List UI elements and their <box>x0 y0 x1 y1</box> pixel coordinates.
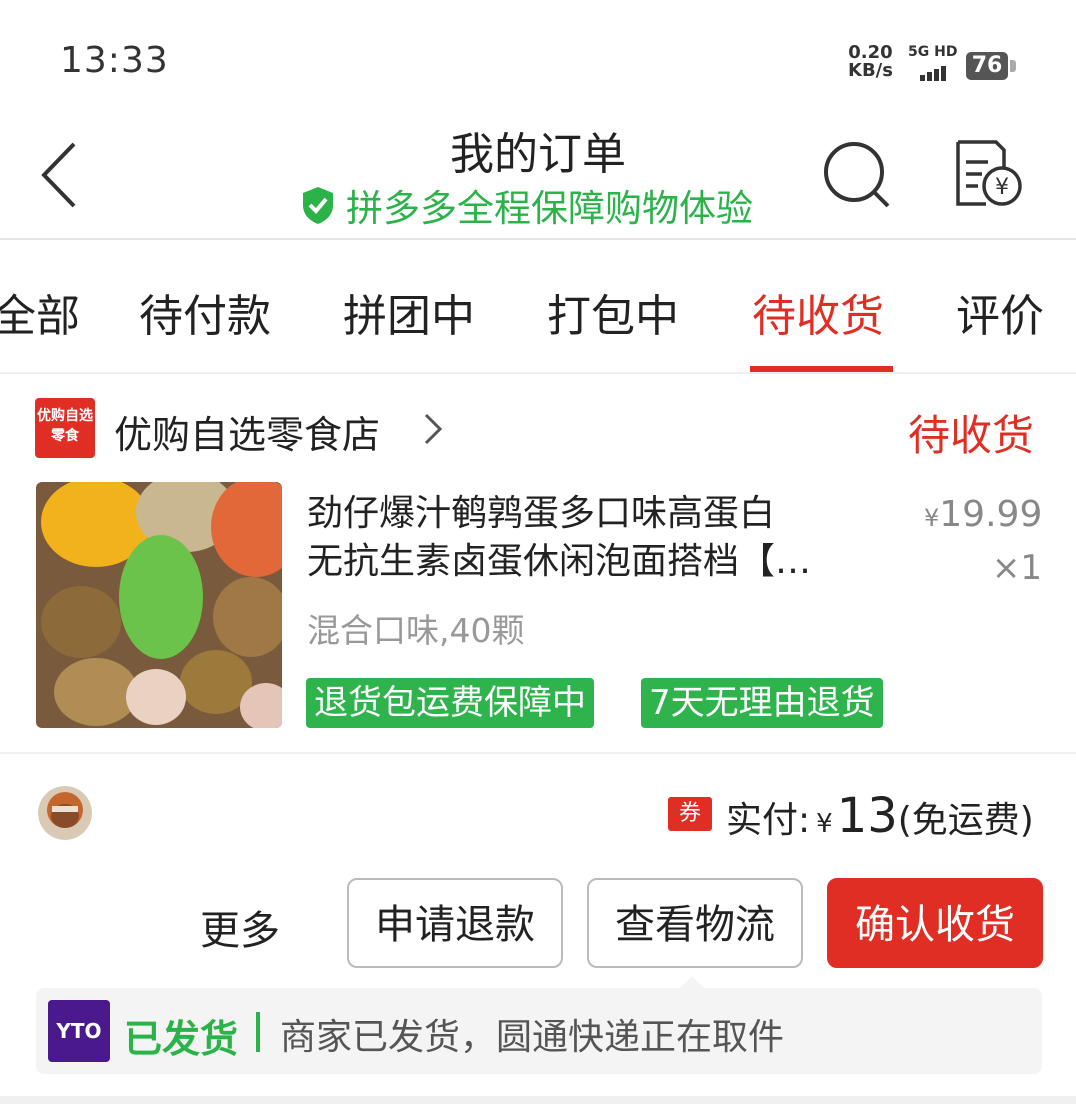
more-button[interactable]: 更多 <box>200 898 280 956</box>
product-thumbnail[interactable] <box>36 482 282 728</box>
coupon-badge: 券 <box>668 797 712 831</box>
tab-to-receive[interactable]: 待收货 <box>752 280 884 344</box>
price-symbol: ¥ <box>924 504 940 532</box>
logistics-message: 商家已发货，圆通快递正在取件 <box>280 1017 785 1058</box>
confirm-receipt-button[interactable]: 确认收货 <box>827 878 1043 968</box>
paid-currency: ¥ <box>816 809 833 839</box>
paid-label: 实付: <box>726 800 811 841</box>
header-divider <box>0 238 1076 240</box>
shipping-status: 已发货 <box>124 1017 239 1061</box>
bottom-separator <box>0 1096 1076 1104</box>
bill-icon[interactable]: ¥ <box>952 138 1024 214</box>
product-divider <box>0 752 1076 754</box>
store-logo-text-1: 优购自选 <box>37 408 93 424</box>
page-title: 我的订单 <box>450 129 626 180</box>
product-title-line-1: 劲仔爆汁鹌鹑蛋多口味高蛋白 <box>307 493 776 534</box>
signal-label: 5G HD <box>908 44 958 60</box>
product-price: ¥19.99 <box>924 494 1042 535</box>
view-logistics-button[interactable]: 查看物流 <box>587 878 803 968</box>
request-refund-button[interactable]: 申请退款 <box>347 878 563 968</box>
shield-check-icon <box>303 187 333 224</box>
guarantee-banner: 拼多多全程保障购物体验 <box>300 180 753 230</box>
guarantee-text: 拼多多全程保障购物体验 <box>346 187 753 230</box>
shipping-note: (免运费) <box>897 800 1034 841</box>
signal-icon <box>920 62 948 81</box>
price-decimal: 99 <box>996 494 1043 535</box>
status-time: 13:33 <box>60 40 169 81</box>
network-speed: 0.20 KB/s <box>848 44 893 80</box>
search-icon[interactable] <box>822 140 894 216</box>
tab-group-buying[interactable]: 拼团中 <box>343 280 475 344</box>
store-logo-text-2: 零食 <box>51 428 79 444</box>
tab-all[interactable]: 全部 <box>0 280 80 344</box>
avatar <box>38 786 92 840</box>
logistics-pointer <box>680 976 704 988</box>
tabs-divider <box>0 372 1076 374</box>
tag-return-shipping-insurance: 退货包运费保障中 <box>306 678 594 728</box>
paid-amount: 实付: ¥ 13 (免运费) <box>726 788 1034 844</box>
product-title[interactable]: 劲仔爆汁鹌鹑蛋多口味高蛋白 无抗生素卤蛋休闲泡面搭档【… <box>307 490 897 586</box>
yto-logo: YTO <box>48 1000 110 1062</box>
battery-tip <box>1010 60 1016 72</box>
tab-review[interactable]: 评价 <box>956 280 1044 344</box>
network-speed-unit: KB/s <box>848 60 893 81</box>
product-title-line-2: 无抗生素卤蛋休闲泡面搭档【… <box>307 541 812 582</box>
status-divider <box>256 1012 260 1052</box>
product-spec: 混合口味,40颗 <box>307 611 525 650</box>
battery-icon: 76 <box>966 52 1008 80</box>
tab-pending-payment[interactable]: 待付款 <box>139 280 271 344</box>
tag-7-day-return: 7天无理由退货 <box>641 678 883 728</box>
tab-packing[interactable]: 打包中 <box>547 280 679 344</box>
svg-text:¥: ¥ <box>995 175 1009 200</box>
order-status: 待收货 <box>908 411 1035 460</box>
price-main: 19. <box>939 494 997 535</box>
paid-value: 13 <box>836 788 898 844</box>
store-name[interactable]: 优购自选零食店 <box>114 404 380 459</box>
chevron-right-icon[interactable] <box>422 412 444 450</box>
store-logo[interactable]: 优购自选 零食 <box>35 398 95 458</box>
product-quantity: ×1 <box>991 548 1042 588</box>
